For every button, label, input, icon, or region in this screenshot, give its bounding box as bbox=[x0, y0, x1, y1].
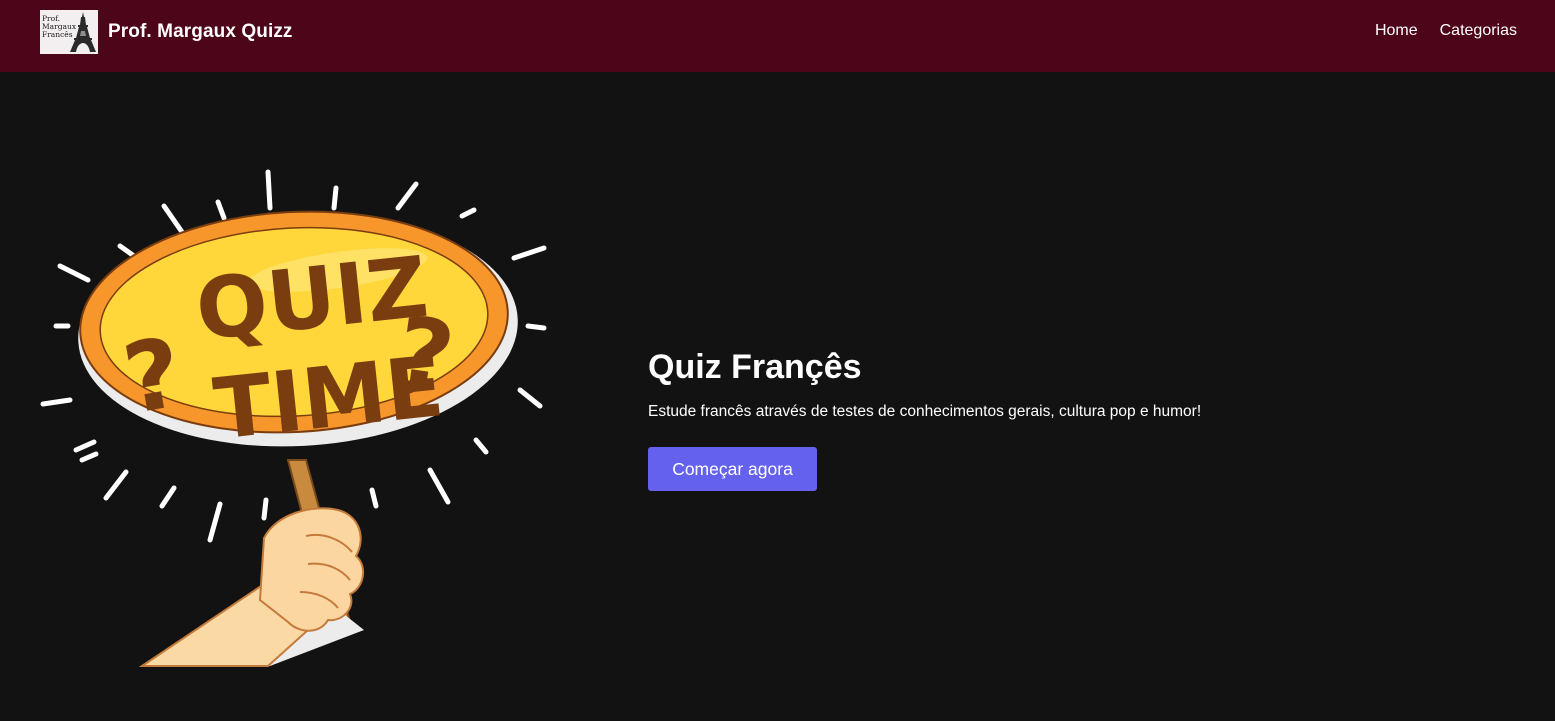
brand-home-link[interactable]: Prof. Margaux Francês Prof. Margaux Quiz… bbox=[40, 10, 293, 54]
hero-content: Quiz Françês Estude francês através de t… bbox=[648, 340, 1201, 491]
hero-subtitle: Estude francês através de testes de conh… bbox=[648, 403, 1202, 420]
hero-title: Quiz Françês bbox=[648, 348, 862, 386]
nav-link-categorias[interactable]: Categorias bbox=[1440, 22, 1517, 40]
brand-title: Prof. Margaux Quizz bbox=[108, 21, 293, 42]
quiz-time-sign-illustration: QUIZ TIME ? ? bbox=[38, 160, 558, 670]
brand-logo: Prof. Margaux Francês bbox=[40, 10, 98, 54]
start-now-button[interactable]: Começar agora bbox=[648, 447, 817, 491]
nav-links: Home Categorias bbox=[1375, 22, 1517, 40]
quiz-time-sign-icon: QUIZ TIME ? ? bbox=[40, 169, 547, 667]
eiffel-tower-icon bbox=[70, 12, 96, 52]
nav-link-home[interactable]: Home bbox=[1375, 22, 1418, 40]
hand-illustration bbox=[138, 507, 365, 667]
navbar: Prof. Margaux Francês Prof. Margaux Quiz… bbox=[0, 0, 1555, 72]
